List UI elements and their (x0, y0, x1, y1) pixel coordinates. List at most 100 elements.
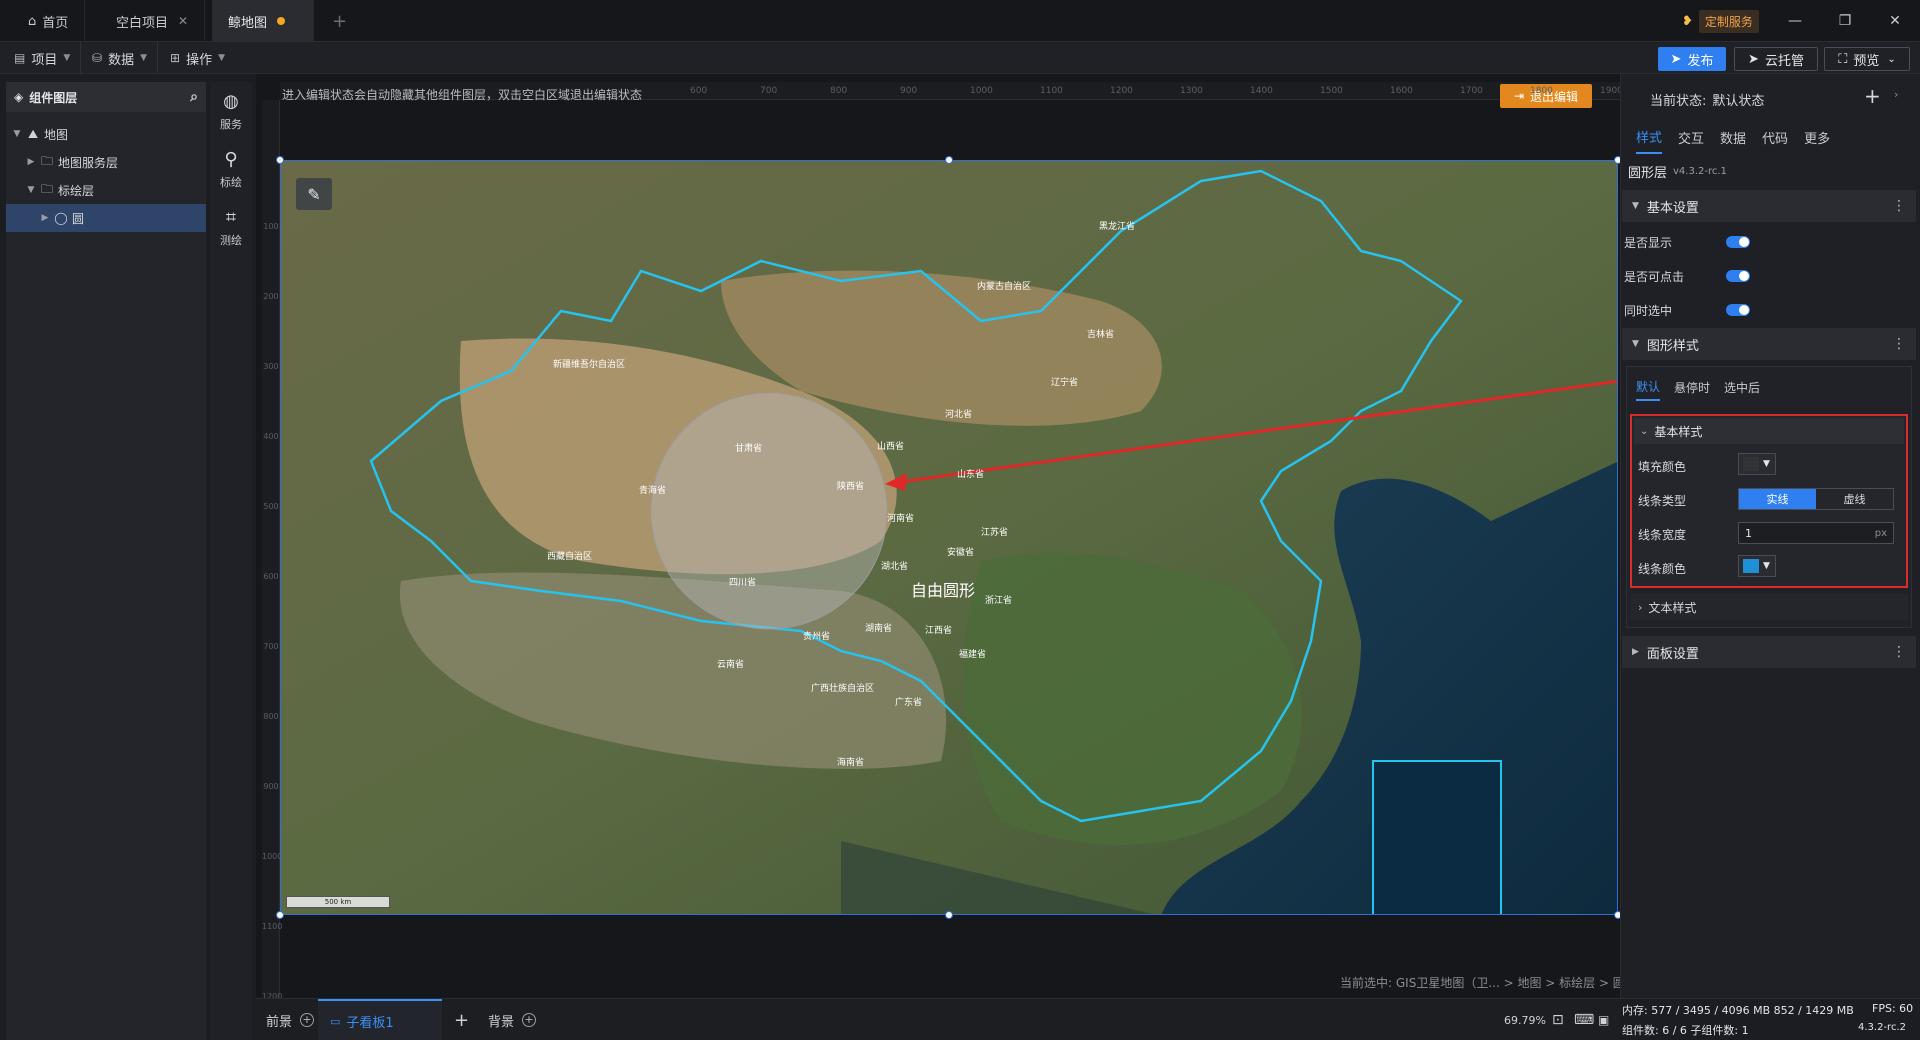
resize-handle[interactable] (945, 911, 953, 919)
tab-blank-project[interactable]: 空白项目 ✕ (100, 0, 206, 42)
measure-tool[interactable]: ⌗ 测绘 (210, 198, 252, 256)
tab-whale-map[interactable]: 鲸地图 (212, 0, 314, 42)
chevron-down-icon[interactable]: ▼ (10, 129, 24, 139)
line-color-label: 线条颜色 (1638, 562, 1687, 576)
tab-interaction[interactable]: 交互 (1678, 128, 1704, 153)
line-color-swatch (1743, 559, 1759, 573)
background-tab[interactable]: 背景 + (488, 999, 537, 1040)
restore-icon[interactable]: ❐ (1820, 0, 1870, 42)
foreground-tab[interactable]: 前景 + (266, 999, 315, 1040)
database-icon: ⛁ (92, 51, 103, 65)
chevron-right-icon[interactable]: ▶ (24, 157, 38, 167)
tab-style[interactable]: 样式 (1636, 127, 1663, 154)
state-tab-hover[interactable]: 悬停时 (1674, 379, 1710, 400)
search-icon[interactable]: ⌕ (190, 89, 198, 105)
basic-style-header[interactable]: ⌄ 基本样式 (1634, 418, 1904, 444)
map-label: 浙江省 (985, 596, 1013, 606)
resize-handle[interactable] (276, 156, 284, 164)
line-type-dashed[interactable]: 虚线 (1816, 489, 1893, 509)
fit-screen-icon[interactable]: ⊡ (1552, 999, 1564, 1040)
fill-color-label: 填充颜色 (1638, 460, 1687, 474)
brush-icon[interactable]: ✎ (296, 178, 332, 210)
add-state-button[interactable]: + (1864, 84, 1881, 108)
section-panel-settings[interactable]: ▶ 面板设置 ⋮ (1622, 636, 1916, 668)
chevron-down-icon: ▼ (1763, 459, 1770, 469)
terminal-icon[interactable]: ▣ (1598, 999, 1609, 1040)
subboard-tab[interactable]: ▭ 子看板1 (318, 999, 442, 1040)
add-circle-icon[interactable]: + (300, 1013, 315, 1027)
tab-code[interactable]: 代码 (1762, 128, 1788, 153)
state-tab-default[interactable]: 默认 (1636, 378, 1661, 401)
line-type-solid[interactable]: 实线 (1739, 489, 1816, 509)
resize-handle[interactable] (945, 156, 953, 164)
cloud-hosting-button[interactable]: ➤ 云托管 (1734, 47, 1818, 71)
minimize-icon[interactable]: — (1770, 0, 1820, 42)
line-width-input[interactable]: 1 px (1738, 522, 1894, 544)
new-tab-button[interactable]: + (316, 0, 363, 42)
fps-status: FPS: 60 (1872, 1002, 1914, 1015)
unsaved-dot-icon (277, 17, 286, 25)
show-toggle[interactable] (1726, 236, 1750, 248)
clickable-toggle[interactable] (1726, 270, 1750, 282)
custom-service-button[interactable]: ❥ 定制服务 (1682, 9, 1759, 33)
line-color-picker[interactable]: ▼ (1738, 555, 1776, 577)
service-tool[interactable]: ◍ 服务 (210, 82, 252, 140)
more-vertical-icon[interactable]: ⋮ (1892, 644, 1906, 660)
project-menu-label: 项目 (31, 52, 58, 68)
satellite-map[interactable]: 黑龙江省 内蒙古自治区 吉林省 辽宁省 新疆维吾尔自治区 甘肃省 河北省 山西省… (280, 160, 1618, 915)
state-tab-selected[interactable]: 选中后 (1724, 379, 1760, 400)
section-title: 基本设置 (1646, 200, 1699, 216)
layer-item-plot[interactable]: ▼ 🗀 标绘层 (6, 176, 206, 204)
ruler-tick-label: 1400 (1250, 86, 1273, 96)
south-sea-inset (1372, 760, 1502, 914)
tab-more[interactable]: 更多 (1804, 128, 1830, 153)
close-icon[interactable]: ✕ (178, 14, 188, 28)
chevron-down-icon: ▼ (140, 53, 147, 63)
map-label: 四川省 (729, 578, 757, 588)
keyboard-icon[interactable]: ⌨ (1574, 999, 1594, 1040)
chevron-right-icon[interactable]: › (1894, 88, 1898, 101)
data-menu[interactable]: ⛁ 数据 ▼ (82, 42, 158, 74)
service-tool-label: 服务 (220, 117, 242, 131)
section-shape-style[interactable]: ▼ 图形样式 ⋮ (1622, 328, 1916, 360)
tab-data[interactable]: 数据 (1720, 128, 1746, 153)
fill-color-picker[interactable]: ▼ (1738, 453, 1776, 475)
project-menu[interactable]: ▤ 项目 ▼ (4, 42, 82, 74)
tab-home-label: 首页 (42, 15, 69, 31)
ruler-tick-label: 900 (263, 782, 279, 791)
section-title: 面板设置 (1646, 646, 1699, 662)
layer-item-circle[interactable]: ▶ ◯ 圆 (6, 204, 206, 232)
tab-home[interactable]: ⌂ 首页 (12, 0, 86, 42)
preview-button[interactable]: ⛶ 预览 ⌄ (1824, 47, 1910, 71)
subboard-label: 子看板1 (346, 1015, 394, 1031)
resize-handle[interactable] (276, 911, 284, 919)
section-basic-settings[interactable]: ▼ 基本设置 ⋮ (1622, 190, 1916, 222)
map-layer-icon: ⛰ (27, 126, 39, 141)
plot-tool[interactable]: ⚲ 标绘 (210, 140, 252, 198)
select-sync-toggle[interactable] (1726, 304, 1750, 316)
operation-menu[interactable]: ⊞ 操作 ▼ (160, 42, 235, 74)
ruler-tick-label: 1000 (262, 852, 283, 861)
free-circle-shape[interactable] (650, 392, 888, 630)
text-style-header[interactable]: › 文本样式 (1630, 594, 1908, 620)
measure-icon: ⌗ (225, 206, 237, 228)
chevron-down-icon[interactable]: ▼ (24, 185, 38, 195)
add-board-button[interactable]: + (454, 999, 469, 1040)
layer-item-map-service[interactable]: ▶ 🗀 地图服务层 (6, 148, 206, 176)
panel-tabs: 样式 交互 数据 代码 更多 (1636, 126, 1846, 154)
layer-item-map[interactable]: ▼ ⛰ 地图 (6, 120, 206, 148)
chevron-right-icon[interactable]: ▶ (38, 213, 52, 223)
more-vertical-icon[interactable]: ⋮ (1892, 336, 1906, 352)
add-circle-icon[interactable]: + (522, 1013, 537, 1027)
more-vertical-icon[interactable]: ⋮ (1892, 198, 1906, 214)
publish-button[interactable]: ➤ 发布 (1658, 47, 1726, 71)
map-label: 辽宁省 (1051, 378, 1079, 388)
state-tabs: 默认 悬停时 选中后 (1636, 378, 1774, 401)
ruler-left (262, 100, 280, 998)
globe-icon: ◍ (223, 90, 239, 112)
zoom-level[interactable]: 69.79% (1504, 999, 1546, 1040)
line-width-label: 线条宽度 (1638, 528, 1687, 542)
map-label: 山西省 (877, 442, 905, 452)
map-label: 新疆维吾尔自治区 (553, 360, 626, 370)
close-window-icon[interactable]: ✕ (1870, 0, 1920, 42)
